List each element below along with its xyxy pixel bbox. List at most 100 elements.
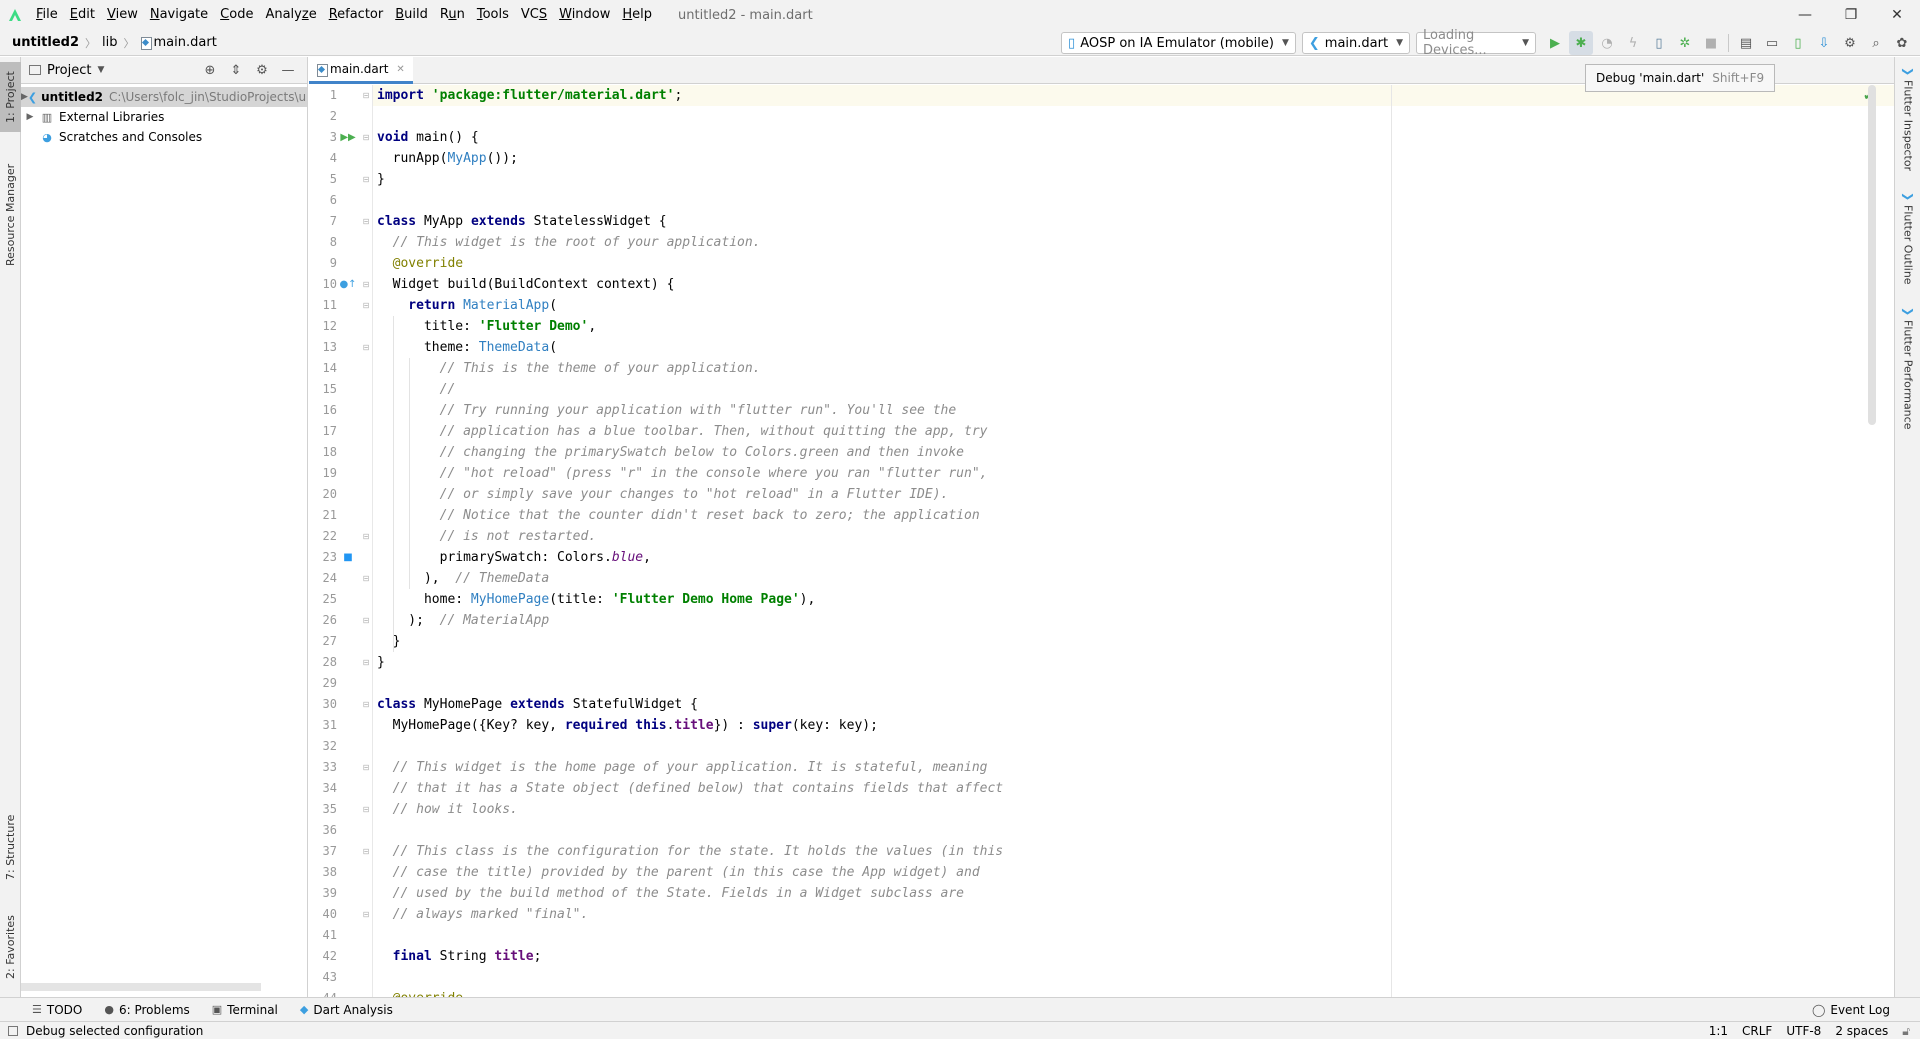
code-line[interactable]: // This widget is the root of your appli… bbox=[377, 232, 761, 253]
code-line[interactable]: // bbox=[377, 379, 456, 400]
locate-file-icon[interactable]: ⊕ bbox=[197, 63, 223, 78]
menu-analyze[interactable]: Analyze bbox=[259, 0, 322, 30]
maximize-button[interactable]: ❐ bbox=[1828, 0, 1874, 30]
code-line[interactable]: // used by the build method of the State… bbox=[377, 883, 964, 904]
project-structure-icon[interactable]: ▤ bbox=[1734, 31, 1758, 55]
close-icon[interactable]: ✕ bbox=[396, 64, 404, 75]
code-line[interactable]: // or simply save your changes to "hot r… bbox=[377, 484, 949, 505]
apply-changes-icon[interactable]: ✲ bbox=[1673, 31, 1697, 55]
code-line[interactable]: // Try running your application with "fl… bbox=[377, 400, 957, 421]
tree-item-untitled2[interactable]: ▶ ❮ untitled2 C:\Users\folc_jin\StudioPr… bbox=[21, 87, 307, 107]
code-line[interactable]: // changing the primarySwatch below to C… bbox=[377, 442, 964, 463]
code-line[interactable]: class MyHomePage extends StatefulWidget … bbox=[377, 694, 698, 715]
device-selector[interactable]: ▯ AOSP on IA Emulator (mobile) ▼ bbox=[1061, 32, 1296, 54]
status-panel-toggle-icon[interactable] bbox=[8, 1025, 18, 1036]
code-line[interactable]: MyHomePage({Key? key, required this.titl… bbox=[377, 715, 878, 736]
chevron-right-icon[interactable]: ▶ bbox=[21, 92, 28, 102]
caret-position[interactable]: 1:1 bbox=[1709, 1024, 1728, 1038]
code-line[interactable]: } bbox=[377, 652, 385, 673]
fold-marker-icon[interactable]: ⊟ bbox=[361, 337, 371, 358]
indent-setting[interactable]: 2 spaces bbox=[1835, 1024, 1888, 1038]
hot-reload-icon[interactable]: ϟ bbox=[1621, 31, 1645, 55]
breadcrumb-project[interactable]: untitled2 bbox=[12, 30, 79, 56]
code-line[interactable]: // always marked "final". bbox=[377, 904, 589, 925]
menu-run[interactable]: Run bbox=[434, 0, 471, 30]
code-line[interactable]: class MyApp extends StatelessWidget { bbox=[377, 211, 667, 232]
tool-tab-resource-manager[interactable]: Resource Manager bbox=[0, 152, 21, 277]
fold-marker-icon[interactable]: ⊟ bbox=[361, 169, 371, 190]
fold-marker-icon[interactable]: ⊟ bbox=[361, 85, 371, 106]
device-manager-icon[interactable]: ▭ bbox=[1760, 31, 1784, 55]
tool-tab-favorites[interactable]: 2: Favorites bbox=[0, 907, 21, 987]
menu-tools[interactable]: Tools bbox=[471, 0, 515, 30]
override-gutter-icon[interactable]: ●↑ bbox=[339, 274, 356, 295]
fold-marker-icon[interactable]: ⊟ bbox=[361, 568, 371, 589]
search-icon[interactable]: ⌕ bbox=[1864, 31, 1888, 55]
breadcrumb-folder[interactable]: lib bbox=[102, 30, 117, 56]
menu-vcs[interactable]: VCS bbox=[515, 0, 553, 30]
tool-tab-structure[interactable]: 7: Structure bbox=[0, 807, 21, 887]
menu-view[interactable]: View bbox=[101, 0, 144, 30]
fold-marker-icon[interactable]: ⊟ bbox=[361, 694, 371, 715]
hide-panel-icon[interactable]: — bbox=[275, 63, 301, 78]
menu-window[interactable]: Window bbox=[553, 0, 616, 30]
menu-file[interactable]: File bbox=[30, 0, 64, 30]
fold-marker-icon[interactable]: ⊟ bbox=[361, 757, 371, 778]
code-line[interactable]: // application has a blue toolbar. Then,… bbox=[377, 421, 988, 442]
fold-marker-icon[interactable]: ⊟ bbox=[361, 295, 371, 316]
code-line[interactable]: Widget build(BuildContext context) { bbox=[377, 274, 675, 295]
tree-item-external-libraries[interactable]: ▶ ▥ External Libraries bbox=[21, 107, 307, 127]
tool-tab-problems[interactable]: ● 6: Problems bbox=[104, 1003, 189, 1017]
code-line[interactable]: ), // ThemeData bbox=[377, 568, 549, 589]
fold-marker-icon[interactable]: ⊟ bbox=[361, 799, 371, 820]
settings-icon[interactable]: ✿ bbox=[1890, 31, 1914, 55]
menu-navigate[interactable]: Navigate bbox=[144, 0, 214, 30]
editor-tab-main-dart[interactable]: main.dart ✕ bbox=[309, 57, 413, 84]
code-area[interactable]: import 'package:flutter/material.dart'; … bbox=[373, 85, 1894, 997]
menu-build[interactable]: Build bbox=[389, 0, 434, 30]
code-line[interactable]: runApp(MyApp()); bbox=[377, 148, 518, 169]
run-icon[interactable]: ▶ bbox=[1543, 31, 1567, 55]
stop-icon[interactable]: ■ bbox=[1699, 31, 1723, 55]
menu-refactor[interactable]: Refactor bbox=[323, 0, 390, 30]
menu-code[interactable]: Code bbox=[214, 0, 259, 30]
editor-gutter[interactable]: 1 ⊟ 2 3 ▶▶ ⊟ 4 5 ⊟ 6 7 ⊟ 8 9 10 ●↑ ⊟ 11 ⊟ 12 13 ⊟ 14 15 16 17 18 19… bbox=[309, 85, 373, 997]
code-line[interactable]: // This widget is the home page of your … bbox=[377, 757, 988, 778]
sdk-manager-icon[interactable]: ⇩ bbox=[1812, 31, 1836, 55]
fold-marker-icon[interactable]: ⊟ bbox=[361, 652, 371, 673]
code-line[interactable]: return MaterialApp( bbox=[377, 295, 557, 316]
debug-icon[interactable]: ✱ bbox=[1569, 31, 1593, 55]
fold-marker-icon[interactable]: ⊟ bbox=[361, 211, 371, 232]
minimize-button[interactable]: — bbox=[1782, 0, 1828, 30]
tool-tab-todo[interactable]: ☰ TODO bbox=[32, 1003, 82, 1017]
lock-icon[interactable]: 🔓︎ bbox=[1902, 1024, 1910, 1039]
code-line[interactable]: // "hot reload" (press "r" in the consol… bbox=[377, 463, 988, 484]
chevron-right-icon[interactable]: ▶ bbox=[21, 112, 39, 122]
code-editor[interactable]: 1 ⊟ 2 3 ▶▶ ⊟ 4 5 ⊟ 6 7 ⊟ 8 9 10 ●↑ ⊟ 11 ⊟ 12 13 ⊟ 14 15 16 17 18 19… bbox=[309, 85, 1894, 997]
run-gutter-icon[interactable]: ▶▶ bbox=[340, 127, 355, 148]
tool-tab-dart-analysis[interactable]: ◆ Dart Analysis bbox=[300, 1003, 393, 1017]
fold-marker-icon[interactable]: ⊟ bbox=[361, 904, 371, 925]
code-line[interactable]: @override bbox=[377, 988, 463, 997]
attach-debugger-icon[interactable]: ▯ bbox=[1647, 31, 1671, 55]
editor-vertical-scrollbar[interactable] bbox=[1868, 85, 1876, 425]
tree-item-scratches[interactable]: ◕ Scratches and Consoles bbox=[21, 127, 307, 147]
code-line[interactable]: ); // MaterialApp bbox=[377, 610, 549, 631]
avd-manager-icon[interactable]: ▯ bbox=[1786, 31, 1810, 55]
code-line[interactable]: import 'package:flutter/material.dart'; bbox=[377, 85, 690, 106]
tool-tab-flutter-inspector[interactable]: ❯ Flutter Inspector bbox=[1895, 67, 1920, 177]
code-line[interactable]: @override bbox=[377, 253, 463, 274]
line-separator[interactable]: CRLF bbox=[1742, 1024, 1772, 1038]
profile-icon[interactable]: ◔ bbox=[1595, 31, 1619, 55]
menu-edit[interactable]: Edit bbox=[64, 0, 101, 30]
code-line[interactable]: primarySwatch: Colors.blue, bbox=[377, 547, 651, 568]
color-swatch-icon[interactable]: ■ bbox=[341, 547, 355, 568]
tool-tab-event-log[interactable]: ◯ Event Log bbox=[1812, 998, 1890, 1022]
code-line[interactable]: title: 'Flutter Demo', bbox=[377, 316, 596, 337]
code-line[interactable]: // This class is the configuration for t… bbox=[377, 841, 1004, 862]
collapse-all-icon[interactable]: ⇕ bbox=[223, 63, 249, 78]
code-line[interactable]: // that it has a State object (defined b… bbox=[377, 778, 1004, 799]
tool-tab-project[interactable]: 1: Project bbox=[0, 62, 21, 132]
code-line[interactable]: // This is the theme of your application… bbox=[377, 358, 761, 379]
devices-selector[interactable]: Loading Devices... ▼ bbox=[1416, 28, 1536, 58]
